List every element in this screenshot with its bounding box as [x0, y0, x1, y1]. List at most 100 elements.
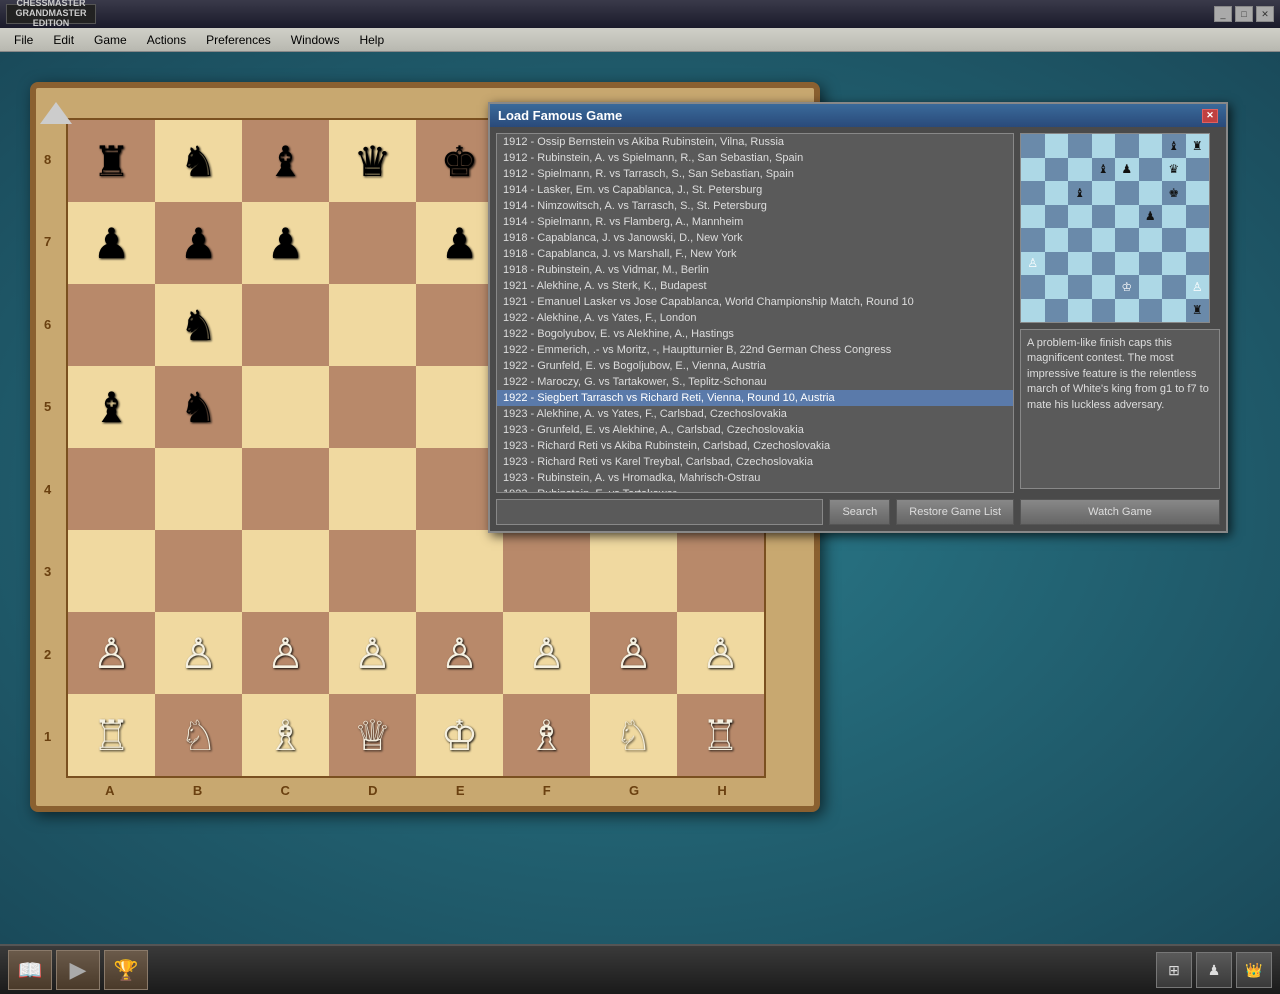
trophy-button[interactable]: 🏆 [104, 950, 148, 990]
cell-b2[interactable]: ♙ [155, 612, 242, 694]
game-list[interactable]: 1912 - Ossip Bernstein vs Akiba Rubinste… [496, 133, 1014, 493]
cell-c6[interactable] [242, 284, 329, 366]
cell-a6[interactable] [68, 284, 155, 366]
game-list-item[interactable]: 1912 - Ossip Bernstein vs Akiba Rubinste… [497, 134, 1013, 150]
cell-a7[interactable]: ♟ [68, 202, 155, 284]
cell-d1[interactable]: ♕ [329, 694, 416, 776]
game-list-item[interactable]: 1922 - Bogolyubov, E. vs Alekhine, A., H… [497, 326, 1013, 342]
cell-a8[interactable]: ♜ [68, 120, 155, 202]
game-list-item[interactable]: 1922 - Emmerich, .- vs Moritz, -, Hauptt… [497, 342, 1013, 358]
game-list-item[interactable]: 1918 - Rubinstein, A. vs Vidmar, M., Ber… [497, 262, 1013, 278]
game-list-item[interactable]: 1912 - Rubinstein, A. vs Spielmann, R., … [497, 150, 1013, 166]
mini-cell-d1 [1092, 299, 1116, 323]
menu-preferences[interactable]: Preferences [196, 28, 281, 51]
maximize-button[interactable]: □ [1235, 6, 1253, 22]
cell-d5[interactable] [329, 366, 416, 448]
cell-f2[interactable]: ♙ [503, 612, 590, 694]
cell-h1[interactable]: ♖ [677, 694, 764, 776]
game-list-item[interactable]: 1914 - Nimzowitsch, A. vs Tarrasch, S., … [497, 198, 1013, 214]
cell-d2[interactable]: ♙ [329, 612, 416, 694]
cell-f3[interactable] [503, 530, 590, 612]
game-list-item[interactable]: 1923 - Grunfeld, E. vs Alekhine, A., Car… [497, 422, 1013, 438]
cell-b7[interactable]: ♟ [155, 202, 242, 284]
game-list-item[interactable]: 1922 - Alekhine, A. vs Yates, F., London [497, 310, 1013, 326]
cell-c8[interactable]: ♝ [242, 120, 329, 202]
crown-button[interactable]: 👑 [1236, 952, 1272, 988]
mini-cell-a4 [1021, 228, 1045, 252]
cell-c7[interactable]: ♟ [242, 202, 329, 284]
mini-cell-h3 [1186, 252, 1210, 276]
book-icon: 📖 [18, 958, 43, 983]
grid-button[interactable]: ⊞ [1156, 952, 1192, 988]
cell-b5[interactable]: ♞ [155, 366, 242, 448]
cell-g2[interactable]: ♙ [590, 612, 677, 694]
cell-d3[interactable] [329, 530, 416, 612]
game-list-item[interactable]: 1914 - Lasker, Em. vs Capablanca, J., St… [497, 182, 1013, 198]
game-list-item[interactable]: 1912 - Spielmann, R. vs Tarrasch, S., Sa… [497, 166, 1013, 182]
search-button[interactable]: Search [829, 499, 890, 525]
cell-g3[interactable] [590, 530, 677, 612]
game-list-item[interactable]: 1923 - Richard Reti vs Karel Treybal, Ca… [497, 454, 1013, 470]
play-button[interactable]: ▶ [56, 950, 100, 990]
mini-cell-e6 [1115, 181, 1139, 205]
cell-c3[interactable] [242, 530, 329, 612]
game-list-item[interactable]: 1923 - Alekhine, A. vs Yates, F., Carlsb… [497, 406, 1013, 422]
game-list-item[interactable]: 1918 - Capablanca, J. vs Marshall, F., N… [497, 246, 1013, 262]
game-list-item[interactable]: 1923 - Richard Reti vs Akiba Rubinstein,… [497, 438, 1013, 454]
cell-f1[interactable]: ♗ [503, 694, 590, 776]
cell-d4[interactable] [329, 448, 416, 530]
game-list-item[interactable]: 1921 - Alekhine, A. vs Sterk, K., Budape… [497, 278, 1013, 294]
cell-d7[interactable] [329, 202, 416, 284]
cell-d8[interactable]: ♛ [329, 120, 416, 202]
cell-b6[interactable]: ♞ [155, 284, 242, 366]
mini-cell-b2 [1045, 275, 1069, 299]
cell-c4[interactable] [242, 448, 329, 530]
cell-a2[interactable]: ♙ [68, 612, 155, 694]
cell-c1[interactable]: ♗ [242, 694, 329, 776]
cell-a1[interactable]: ♖ [68, 694, 155, 776]
minimize-button[interactable]: _ [1214, 6, 1232, 22]
cell-b3[interactable] [155, 530, 242, 612]
menu-windows[interactable]: Windows [281, 28, 350, 51]
game-list-item[interactable]: 1923 - Rubinstein, A. vs Hromadka, Mahri… [497, 470, 1013, 486]
cell-h2[interactable]: ♙ [677, 612, 764, 694]
cell-d6[interactable] [329, 284, 416, 366]
mini-board: ♝♜♝♟♛♝♚♟♙♔♙♜ [1020, 133, 1210, 323]
cell-g1[interactable]: ♘ [590, 694, 677, 776]
titlebar-controls[interactable]: _ □ ✕ [1214, 6, 1274, 22]
watch-game-button[interactable]: Watch Game [1020, 499, 1220, 525]
menu-file[interactable]: File [4, 28, 43, 51]
cell-a5[interactable]: ♝ [68, 366, 155, 448]
restore-game-list-button[interactable]: Restore Game List [896, 499, 1014, 525]
cell-b1[interactable]: ♘ [155, 694, 242, 776]
cell-b4[interactable] [155, 448, 242, 530]
menu-help[interactable]: Help [349, 28, 394, 51]
cell-c5[interactable] [242, 366, 329, 448]
scroll-up-indicator[interactable] [40, 102, 72, 124]
game-list-item[interactable]: 1918 - Capablanca, J. vs Janowski, D., N… [497, 230, 1013, 246]
menu-actions[interactable]: Actions [137, 28, 196, 51]
preview-panel: ♝♜♝♟♛♝♚♟♙♔♙♜ A problem-like finish caps … [1020, 133, 1220, 525]
close-button[interactable]: ✕ [1256, 6, 1274, 22]
cell-c2[interactable]: ♙ [242, 612, 329, 694]
game-list-item[interactable]: 1914 - Spielmann, R. vs Flamberg, A., Ma… [497, 214, 1013, 230]
cell-h3[interactable] [677, 530, 764, 612]
mini-cell-b3 [1045, 252, 1069, 276]
game-list-item[interactable]: 1923 - Rubinstein, E. vs Tartakower... [497, 486, 1013, 493]
cell-b8[interactable]: ♞ [155, 120, 242, 202]
game-list-item[interactable]: 1921 - Emanuel Lasker vs Jose Capablanca… [497, 294, 1013, 310]
dialog-close-button[interactable]: ✕ [1202, 109, 1218, 123]
cell-a4[interactable] [68, 448, 155, 530]
cell-e3[interactable] [416, 530, 503, 612]
piece-button[interactable]: ♟ [1196, 952, 1232, 988]
menu-edit[interactable]: Edit [43, 28, 84, 51]
cell-e1[interactable]: ♔ [416, 694, 503, 776]
cell-a3[interactable] [68, 530, 155, 612]
book-button[interactable]: 📖 [8, 950, 52, 990]
game-list-item[interactable]: 1922 - Maroczy, G. vs Tartakower, S., Te… [497, 374, 1013, 390]
cell-e2[interactable]: ♙ [416, 612, 503, 694]
game-list-item[interactable]: 1922 - Grunfeld, E. vs Bogoljubow, E., V… [497, 358, 1013, 374]
game-list-item[interactable]: 1922 - Siegbert Tarrasch vs Richard Reti… [497, 390, 1013, 406]
search-input[interactable] [496, 499, 823, 525]
menu-game[interactable]: Game [84, 28, 137, 51]
